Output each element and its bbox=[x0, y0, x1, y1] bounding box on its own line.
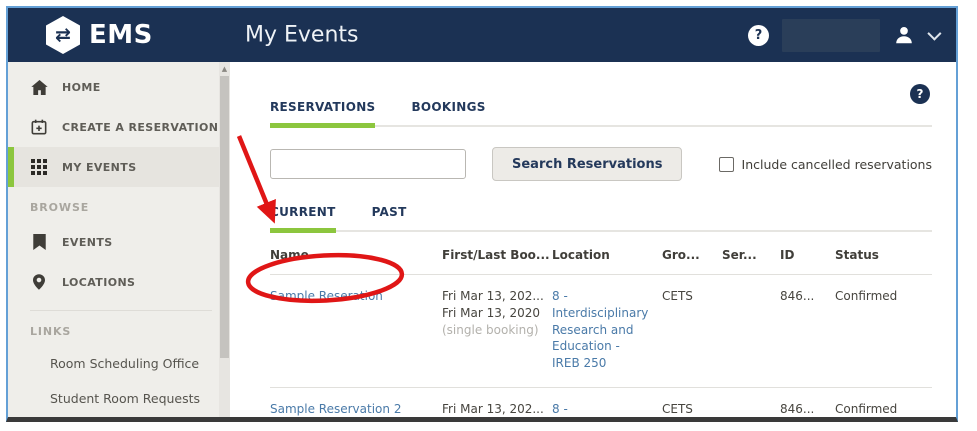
column-header-services[interactable]: Ser... bbox=[722, 248, 780, 262]
include-cancelled-label: Include cancelled reservations bbox=[742, 157, 932, 172]
location-link[interactable]: 8 - Interdisciplinary Research and Educa… bbox=[552, 402, 648, 417]
column-header-location[interactable]: Location bbox=[552, 248, 662, 262]
current-past-tabs: CURRENT PAST bbox=[270, 205, 932, 232]
column-header-name[interactable]: Name bbox=[270, 248, 442, 262]
sidebar-item-my-events[interactable]: MY EVENTS bbox=[8, 147, 230, 187]
sidebar-item-events[interactable]: EVENTS bbox=[8, 222, 230, 262]
top-bar-right: ? bbox=[748, 19, 938, 52]
sidebar-item-locations[interactable]: LOCATIONS bbox=[8, 262, 230, 302]
chevron-down-icon[interactable] bbox=[927, 27, 941, 41]
checkbox-icon bbox=[719, 157, 734, 172]
reservation-name-link[interactable]: Sample Reseration bbox=[270, 289, 383, 303]
browse-section-label: BROWSE bbox=[8, 187, 230, 222]
scroll-up-button[interactable]: ▲ bbox=[219, 62, 230, 75]
include-cancelled-checkbox[interactable]: Include cancelled reservations bbox=[719, 157, 932, 172]
search-row: Search Reservations Include cancelled re… bbox=[270, 147, 932, 181]
column-header-group[interactable]: Gro... bbox=[662, 248, 722, 262]
tab-current[interactable]: CURRENT bbox=[270, 205, 336, 230]
sidebar-item-home[interactable]: HOME bbox=[8, 68, 230, 107]
bookmark-icon bbox=[30, 234, 48, 250]
reservations-bookings-tabs: RESERVATIONS BOOKINGS bbox=[270, 100, 932, 127]
tab-past[interactable]: PAST bbox=[372, 205, 407, 230]
column-header-first-last-booking[interactable]: First/Last Boo... bbox=[442, 248, 552, 262]
tab-bookings[interactable]: BOOKINGS bbox=[411, 100, 485, 125]
status-cell: Confirmed bbox=[835, 401, 932, 417]
table-row: Sample Reservation 2 Fri Mar 13, 202... … bbox=[270, 388, 932, 417]
ems-logo[interactable]: ⇄ EMS bbox=[46, 16, 153, 54]
grid-icon bbox=[30, 159, 48, 175]
sidebar-item-label: CREATE A RESERVATION bbox=[62, 121, 218, 134]
scrollbar-thumb[interactable] bbox=[220, 76, 229, 358]
sidebar-link-student-room-requests[interactable]: Student Room Requests bbox=[8, 381, 230, 416]
table-row: Sample Reseration Fri Mar 13, 202... Fri… bbox=[270, 275, 932, 388]
sidebar-item-label: LOCATIONS bbox=[62, 276, 135, 289]
tab-reservations[interactable]: RESERVATIONS bbox=[270, 100, 375, 125]
header-help-icon[interactable]: ? bbox=[748, 25, 769, 46]
booking-dates-cell: Fri Mar 13, 202... Fri Mar 13, 2020 (sin… bbox=[442, 401, 552, 417]
links-section-label: LINKS bbox=[8, 311, 230, 346]
page-title: My Events bbox=[245, 23, 358, 48]
screenshot-stage: ⇄ EMS My Events ? HO bbox=[0, 0, 977, 431]
booking-note: (single booking) bbox=[442, 322, 552, 339]
location-link[interactable]: 8 - Interdisciplinary Research and Educa… bbox=[552, 289, 648, 370]
home-icon bbox=[30, 80, 48, 95]
content-help-icon[interactable]: ? bbox=[910, 84, 930, 104]
app-window: ⇄ EMS My Events ? HO bbox=[6, 6, 958, 422]
swap-arrows-logo-icon: ⇄ bbox=[46, 16, 80, 54]
group-cell: CETS bbox=[662, 288, 722, 305]
sidebar-item-create-reservation[interactable]: CREATE A RESERVATION bbox=[8, 107, 230, 147]
sidebar: HOME CREATE A RESERVATION bbox=[8, 62, 230, 417]
group-cell: CETS bbox=[662, 401, 722, 417]
reservation-name-link[interactable]: Sample Reservation 2 bbox=[270, 402, 401, 416]
sidebar-link-room-scheduling-office[interactable]: Room Scheduling Office bbox=[8, 346, 230, 381]
booking-dates-cell: Fri Mar 13, 202... Fri Mar 13, 2020 (sin… bbox=[442, 288, 552, 338]
map-pin-icon bbox=[30, 274, 48, 290]
top-bar: ⇄ EMS My Events ? bbox=[8, 8, 956, 62]
main-content: ? RESERVATIONS BOOKINGS Search Reservati… bbox=[230, 62, 956, 417]
username-redacted bbox=[782, 19, 880, 52]
ems-logo-text: EMS bbox=[89, 20, 153, 50]
column-header-status[interactable]: Status bbox=[835, 248, 932, 262]
sidebar-scrollbar[interactable]: ▲ bbox=[219, 62, 230, 417]
search-input[interactable] bbox=[270, 149, 466, 179]
sidebar-item-label: HOME bbox=[62, 81, 101, 94]
calendar-plus-icon bbox=[30, 119, 48, 135]
sidebar-item-label: EVENTS bbox=[62, 236, 113, 249]
id-cell: 846... bbox=[780, 288, 835, 305]
sidebar-item-label: MY EVENTS bbox=[62, 161, 137, 174]
status-cell: Confirmed bbox=[835, 288, 932, 305]
column-header-id[interactable]: ID bbox=[780, 248, 835, 262]
id-cell: 846... bbox=[780, 401, 835, 417]
table-header-row: Name First/Last Boo... Location Gro... S… bbox=[270, 248, 932, 275]
person-icon[interactable] bbox=[893, 24, 915, 46]
sidebar-link-guidelines-and-forms[interactable]: Guidelines and Forms bbox=[8, 416, 230, 422]
search-reservations-button[interactable]: Search Reservations bbox=[492, 147, 682, 181]
